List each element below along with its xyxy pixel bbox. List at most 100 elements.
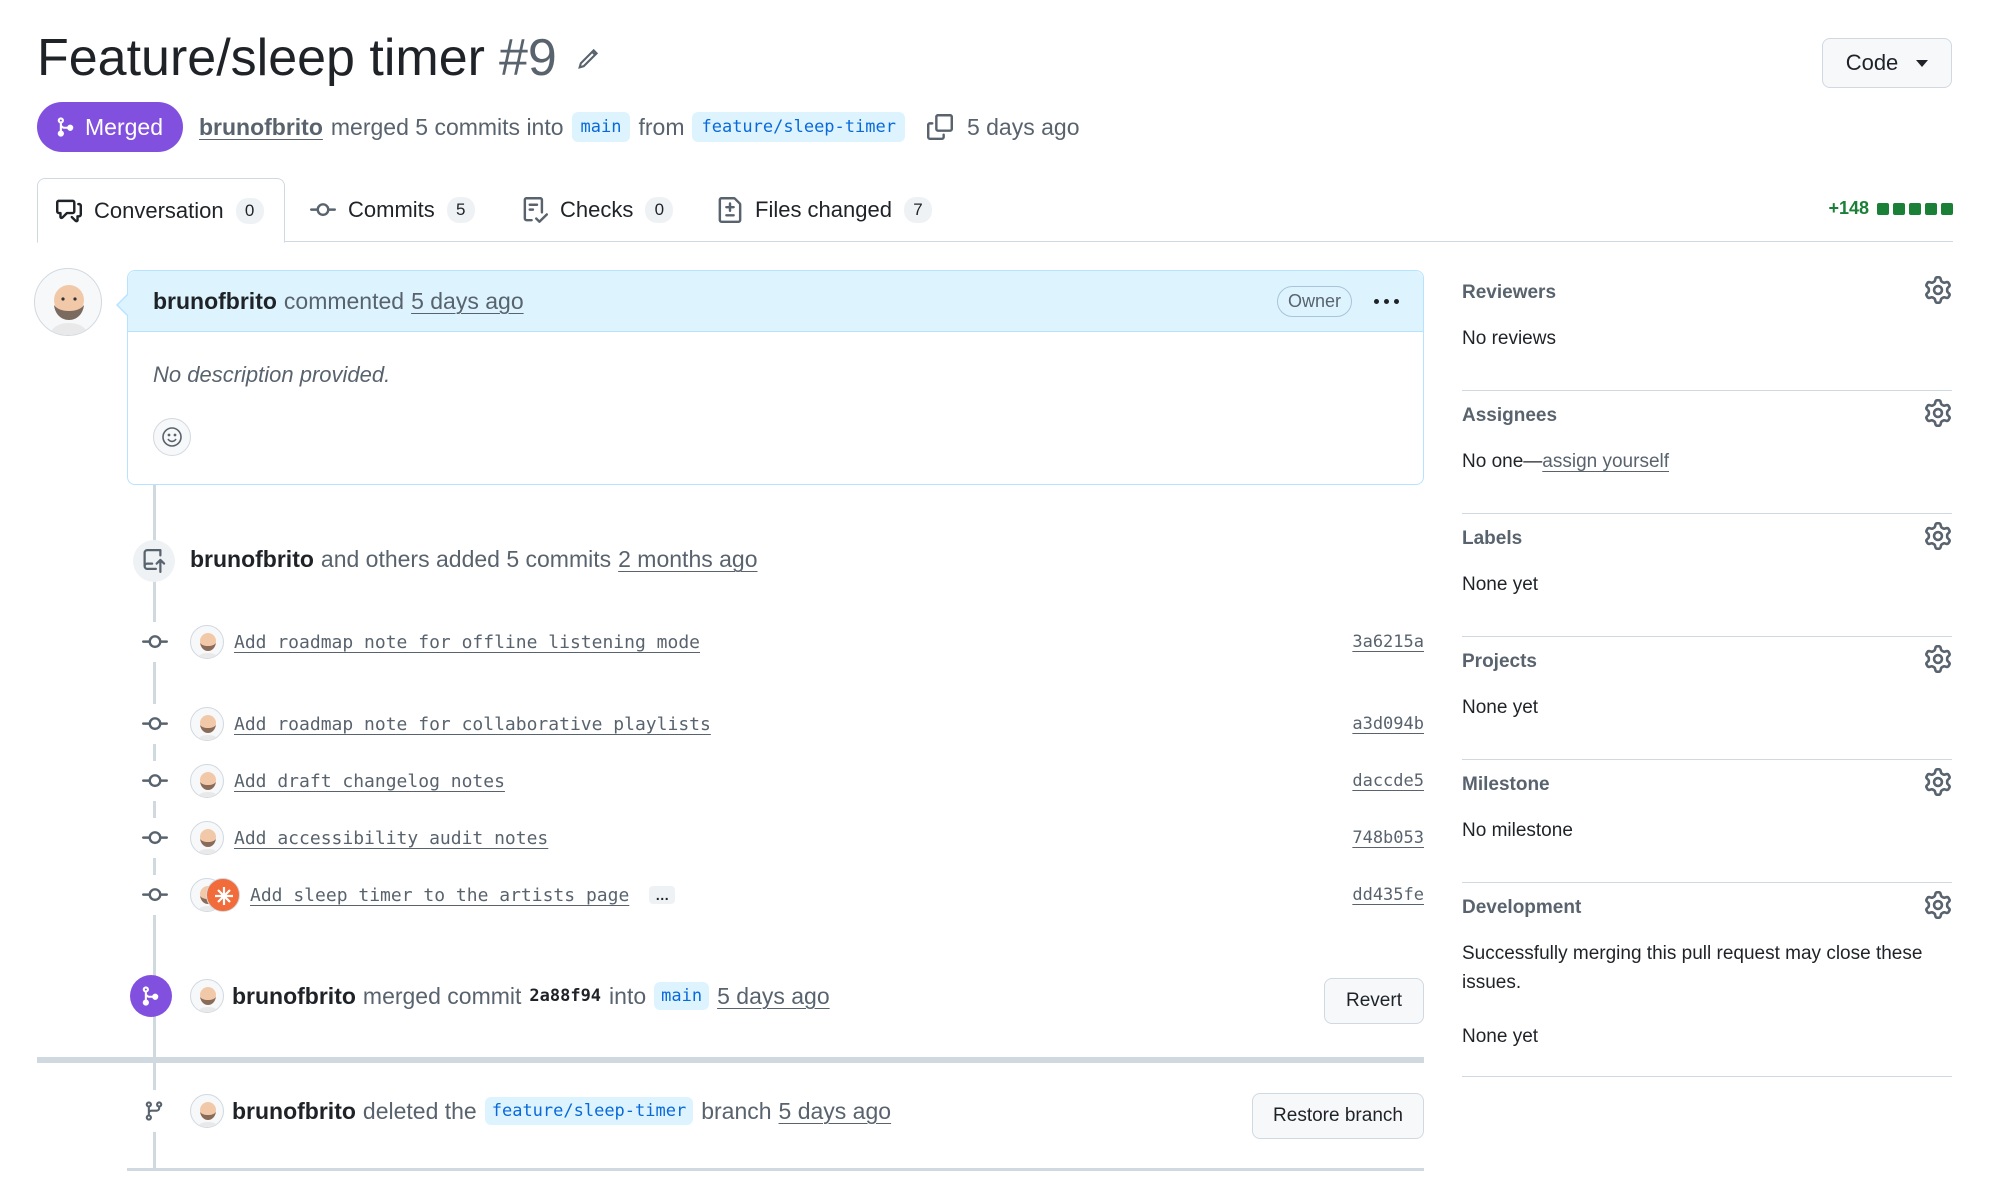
deleted-branch[interactable]: feature/sleep-timer xyxy=(484,1097,694,1125)
repo-push-icon-badge xyxy=(133,540,175,582)
base-branch[interactable]: main xyxy=(571,112,631,142)
tab-conversation-label: Conversation xyxy=(94,197,224,223)
gear-icon[interactable] xyxy=(1924,645,1952,673)
gear-icon[interactable] xyxy=(1924,891,1952,919)
commit-row: Add sleep timer to the artists page … xyxy=(190,877,676,913)
tab-conversation-count: 0 xyxy=(235,197,264,224)
gear-icon[interactable] xyxy=(1924,768,1952,796)
avatar[interactable] xyxy=(34,268,102,336)
copy-icon[interactable] xyxy=(926,114,953,140)
commits-event-author[interactable]: brunofbrito xyxy=(190,546,314,573)
tab-conversation[interactable]: Conversation 0 xyxy=(37,178,285,243)
commit-message-link[interactable]: Add roadmap note for collaborative playl… xyxy=(234,714,711,735)
merge-target-branch[interactable]: main xyxy=(654,982,710,1010)
git-branch-icon xyxy=(145,1101,163,1121)
comment-body: No description provided. xyxy=(153,362,391,387)
commit-row: Add roadmap note for offline listening m… xyxy=(190,624,700,660)
tab-checks[interactable]: Checks 0 xyxy=(522,178,674,242)
merge-event-author[interactable]: brunofbrito xyxy=(232,983,356,1010)
add-reaction-button[interactable] xyxy=(153,418,191,456)
development-heading: Development xyxy=(1462,897,1582,918)
merge-event-time[interactable]: 5 days ago xyxy=(717,983,830,1010)
development-value: None yet xyxy=(1462,1026,1539,1047)
commit-message-link[interactable]: Add sleep timer to the artists page xyxy=(250,885,629,906)
coauthor-avatar[interactable] xyxy=(206,878,240,912)
sidebar-reviewers: Reviewers No reviews xyxy=(1462,268,1952,391)
merge-event-action: merged commit xyxy=(362,982,522,1009)
milestone-heading: Milestone xyxy=(1462,774,1550,795)
diffstat[interactable]: +148 xyxy=(1828,198,1953,219)
tab-commits[interactable]: Commits 5 xyxy=(310,178,475,242)
from-text: from xyxy=(638,113,685,140)
smiley-icon xyxy=(162,427,182,447)
gear-icon[interactable] xyxy=(1924,399,1952,427)
code-button[interactable]: Code xyxy=(1822,38,1952,88)
restore-branch-button[interactable]: Restore branch xyxy=(1252,1093,1424,1139)
assign-yourself-link[interactable]: assign yourself xyxy=(1542,451,1669,472)
milestone-value: No milestone xyxy=(1462,820,1573,841)
tab-files-changed[interactable]: Files changed 7 xyxy=(717,178,932,242)
merge-event-into: into xyxy=(609,982,647,1009)
avatar[interactable] xyxy=(190,1094,224,1128)
commit-sha-link[interactable]: dd435fe xyxy=(1352,885,1424,905)
pr-tabs: Conversation 0 Commits 5 Checks 0 Files … xyxy=(37,178,1953,243)
merge-action-text: merged 5 commits into xyxy=(330,113,564,140)
commits-event-time[interactable]: 2 months ago xyxy=(618,546,757,573)
delete-event-suffix: branch xyxy=(701,1097,772,1124)
avatar-face-icon xyxy=(49,285,89,335)
git-commit-icon xyxy=(135,818,175,858)
commit-message-link[interactable]: Add accessibility audit notes xyxy=(234,828,548,849)
git-merge-icon xyxy=(142,986,159,1006)
branch-deleted-event: brunofbrito deleted the feature/sleep-ti… xyxy=(190,1094,891,1128)
comment-time-link[interactable]: 5 days ago xyxy=(411,288,524,315)
gear-icon[interactable] xyxy=(1924,522,1952,550)
delete-event-time[interactable]: 5 days ago xyxy=(779,1098,892,1125)
pencil-icon[interactable] xyxy=(575,44,603,72)
labels-heading: Labels xyxy=(1462,528,1523,549)
delete-event-action: deleted the xyxy=(362,1097,477,1124)
pr-title-text: Feature/sleep timer xyxy=(37,29,485,87)
revert-button[interactable]: Revert xyxy=(1324,978,1424,1024)
commit-sha-link[interactable]: 3a6215a xyxy=(1352,632,1424,652)
labels-value: None yet xyxy=(1462,574,1539,595)
avatar[interactable] xyxy=(190,821,224,855)
tab-commits-count: 5 xyxy=(446,197,475,223)
author-link[interactable]: brunofbrito xyxy=(199,114,323,141)
commit-message-link[interactable]: Add draft changelog notes xyxy=(234,771,505,792)
git-merge-icon xyxy=(57,117,74,137)
avatar[interactable] xyxy=(190,707,224,741)
sidebar-labels: Labels None yet xyxy=(1462,514,1952,637)
delete-event-author[interactable]: brunofbrito xyxy=(232,1098,356,1125)
comment-action: commented xyxy=(283,287,405,314)
kebab-menu-icon[interactable] xyxy=(1374,298,1399,304)
commit-sha-link[interactable]: 748b053 xyxy=(1352,828,1424,848)
gear-icon[interactable] xyxy=(1924,276,1952,304)
pr-title-row: Feature/sleep timer #9 xyxy=(37,28,603,88)
caret-down-icon xyxy=(1916,59,1929,67)
reviewers-heading: Reviewers xyxy=(1462,282,1557,303)
commits-event-action: and others added 5 commits xyxy=(320,546,612,572)
commit-message-link[interactable]: Add roadmap note for offline listening m… xyxy=(234,632,700,653)
tab-checks-count: 0 xyxy=(645,197,674,223)
comment-author[interactable]: brunofbrito xyxy=(153,288,277,315)
diffstat-block xyxy=(1941,202,1953,215)
commit-sha-link[interactable]: daccde5 xyxy=(1352,771,1424,791)
avatar[interactable] xyxy=(190,764,224,798)
diffstat-additions: +148 xyxy=(1828,198,1869,218)
merge-commit-sha[interactable]: 2a88f94 xyxy=(529,986,601,1006)
commit-row: Add draft changelog notes xyxy=(190,763,505,799)
merged-event-badge xyxy=(130,975,172,1017)
avatar[interactable] xyxy=(190,625,224,659)
pr-sidebar: Reviewers No reviews Assignees No one—as… xyxy=(1462,268,1952,1077)
head-branch[interactable]: feature/sleep-timer xyxy=(692,112,905,142)
tab-files-changed-count: 7 xyxy=(903,197,932,223)
diffstat-block xyxy=(1877,202,1889,215)
commit-sha-link[interactable]: a3d094b xyxy=(1352,714,1424,734)
git-commit-icon xyxy=(135,622,175,662)
expand-commit-button[interactable]: … xyxy=(649,886,676,904)
pr-title: Feature/sleep timer #9 xyxy=(37,28,557,88)
development-description: Successfully merging this pull request m… xyxy=(1462,943,1923,993)
file-diff-icon xyxy=(718,197,742,223)
avatar[interactable] xyxy=(190,979,224,1013)
assignees-value: No one—assign yourself xyxy=(1462,447,1669,476)
